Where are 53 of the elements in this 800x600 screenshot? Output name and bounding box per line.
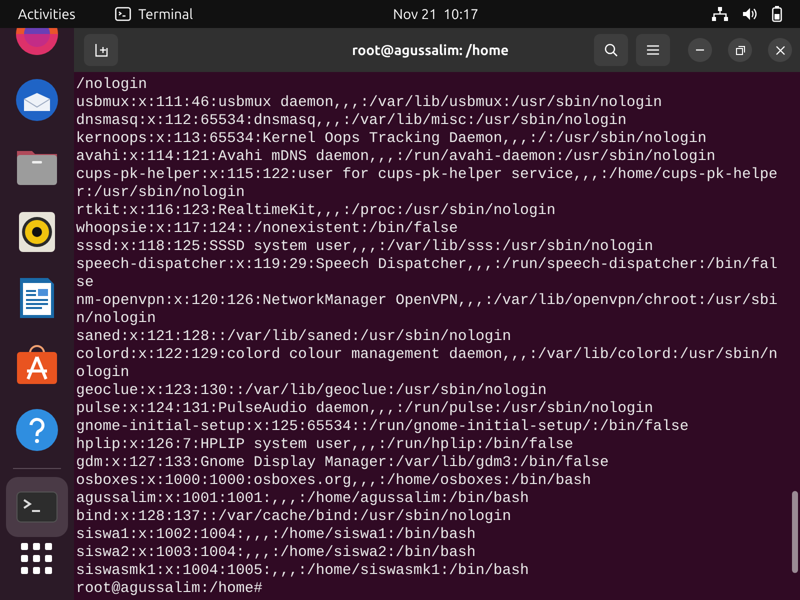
terminal-line: avahi:x:114:121:Avahi mDNS daemon,,,:/run/avahi-daemon:/usr/sbin/nologin	[76, 148, 716, 166]
terminal-line: gnome-initial-setup:x:125:65534::/run/gnome-initial-setup/:/bin/false	[76, 418, 689, 436]
terminal-line: siswa2:x:1003:1004:,,,:/home/siswa2:/bin/bash	[76, 544, 476, 562]
maximize-button[interactable]	[728, 38, 752, 62]
terminal-icon	[115, 7, 132, 21]
terminal-line: rtkit:x:116:123:RealtimeKit,,,:/proc:/usr/sbin/nologin	[76, 202, 556, 220]
help-icon[interactable]	[14, 407, 60, 453]
terminal-line: dnsmasq:x:112:65534:dnsmasq,,,:/var/lib/misc:/usr/sbin/nologin	[76, 112, 627, 130]
window-title: root@agussalim: /home	[352, 40, 509, 60]
terminal-line: r:/usr/sbin/nologin	[76, 184, 245, 202]
minimize-button[interactable]	[688, 38, 712, 62]
terminal-line: osboxes:x:1000:1000:osboxes.org,,,:/home/osboxes:/bin/bash	[76, 472, 592, 490]
terminal-line: n/nologin	[76, 310, 156, 328]
scrollbar-thumb[interactable]	[792, 491, 798, 573]
terminal-line: sssd:x:118:125:SSSD system user,,,:/var/lib/sss:/usr/sbin/nologin	[76, 238, 654, 256]
restore-icon	[736, 46, 744, 54]
terminal-line: geoclue:x:123:130::/var/lib/geoclue:/usr/sbin/nologin	[76, 382, 547, 400]
terminal-line: gdm:x:127:133:Gnome Display Manager:/var/lib/gdm3:/bin/false	[76, 454, 609, 472]
new-tab-icon	[94, 43, 108, 57]
terminal-line: agussalim:x:1001:1001:,,,:/home/agussalim:/bin/bash	[76, 490, 529, 508]
terminal-line: usbmux:x:111:46:usbmux daemon,,,:/var/lib/usbmux:/usr/sbin/nologin	[76, 94, 662, 112]
app-menu-label[interactable]: Terminal	[138, 4, 193, 24]
terminal-line: siswa1:x:1002:1004:,,,:/home/siswa1:/bin/bash	[76, 526, 476, 544]
close-button[interactable]	[768, 38, 792, 62]
terminal-line: bind:x:128:137::/var/cache/bind:/usr/sbin/nologin	[76, 508, 512, 526]
app-grid-icon[interactable]	[21, 543, 53, 575]
terminal-line: colord:x:122:129:colord colour management daemon,,,:/var/lib/colord:/usr/sbin/n	[76, 346, 778, 364]
terminal-line: se	[76, 274, 94, 292]
terminal-line: kernoops:x:113:65534:Kernel Oops Tracking Daemon,,,:/:/usr/sbin/nologin	[76, 130, 706, 148]
terminal-line: whoopsie:x:117:124::/nonexistent:/bin/false	[76, 220, 458, 238]
terminal-line: ologin	[76, 364, 130, 382]
volume-icon[interactable]	[742, 7, 758, 21]
terminal-line: saned:x:121:128::/var/lib/saned:/usr/sbin/nologin	[76, 328, 512, 346]
terminal-line: hplip:x:126:7:HPLIP system user,,,:/run/hplip:/bin/false	[76, 436, 574, 454]
new-tab-button[interactable]	[84, 34, 118, 66]
network-icon[interactable]	[712, 7, 728, 21]
bird-mail-icon[interactable]	[14, 77, 60, 123]
clock[interactable]: Nov 21 10:17	[393, 4, 478, 24]
close-icon	[776, 46, 784, 54]
terminal-line: siswasmk1:x:1004:1005:,,,:/home/siswasmk1:/bin/bash	[76, 562, 529, 580]
terminal-line: speech-dispatcher:x:119:29:Speech Dispatcher,,,:/run/speech-dispatcher:/bin/fal	[76, 256, 778, 274]
minimize-icon	[696, 49, 704, 51]
menu-button[interactable]	[636, 34, 670, 66]
shell-prompt: root@agussalim:/home#	[76, 580, 262, 598]
menu-icon	[647, 45, 659, 55]
search-button[interactable]	[594, 34, 628, 66]
terminal-line: cups-pk-helper:x:115:122:user for cups-pk-helper service,,,:/home/cups-pk-helpe	[76, 166, 778, 184]
terminal-line: /nologin	[76, 76, 148, 94]
activities-button[interactable]: Activities	[18, 4, 76, 24]
search-icon	[604, 43, 618, 57]
battery-icon[interactable]	[772, 6, 782, 22]
terminal-line: pulse:x:124:131:PulseAudio daemon,,,:/run/pulse:/usr/sbin/nologin	[76, 400, 654, 418]
terminal-line: nm-openvpn:x:120:126:NetworkManager OpenVPN,,,:/var/lib/openvpn/chroot:/usr/sbi	[76, 292, 778, 310]
